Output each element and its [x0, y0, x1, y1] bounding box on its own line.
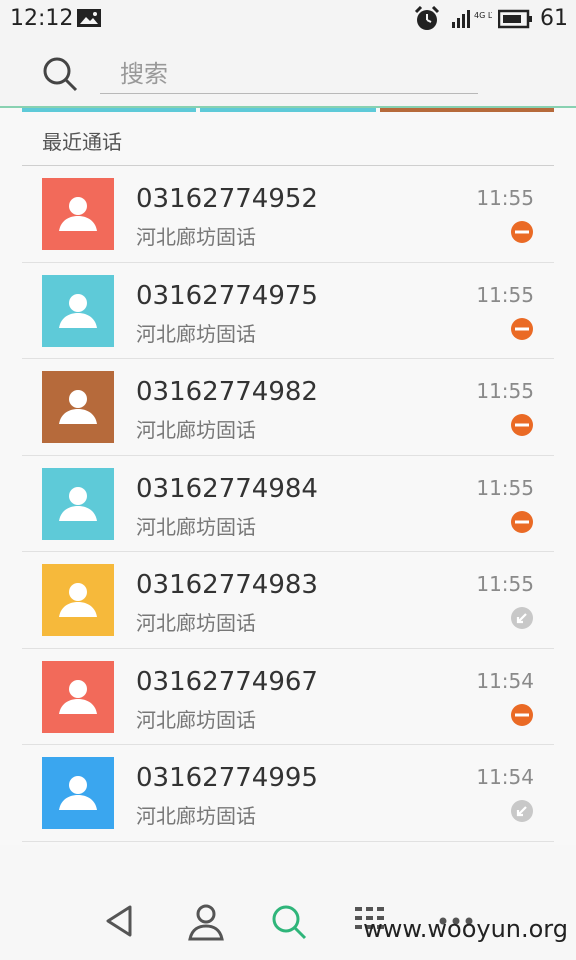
- section-title: 最近通话: [42, 130, 122, 154]
- missed-call-icon: [511, 510, 533, 533]
- network-type: 4G LTE: [474, 11, 492, 20]
- call-number: 03162774982: [136, 377, 318, 407]
- section-header: 最近通话: [22, 112, 554, 166]
- missed-call-icon: [511, 317, 533, 340]
- missed-call-icon: [511, 221, 533, 243]
- search-icon[interactable]: [40, 54, 80, 94]
- call-row[interactable]: 03162774952 河北廊坊固话 11:55: [22, 166, 554, 263]
- call-location: 河北廊坊固话: [136, 418, 256, 442]
- avatar[interactable]: [42, 757, 114, 829]
- call-time: 11:54: [476, 668, 534, 693]
- call-number: 03162774967: [136, 666, 318, 697]
- person-icon: [59, 679, 97, 714]
- image-notification-icon: [77, 9, 101, 27]
- call-location: 河北廊坊固话: [136, 611, 256, 635]
- search-bar: [0, 38, 576, 108]
- avatar[interactable]: [42, 660, 114, 733]
- search-icon[interactable]: [268, 901, 308, 941]
- search-input[interactable]: [100, 54, 478, 94]
- call-row[interactable]: 03162774995 河北廊坊固话 11:54: [22, 745, 554, 842]
- avatar[interactable]: [42, 274, 114, 347]
- person-icon: [59, 776, 97, 810]
- call-number: 03162774983: [136, 570, 318, 600]
- call-row[interactable]: 03162774975 河北廊坊固话 11:55: [22, 263, 554, 359]
- call-row[interactable]: 03162774967 河北廊坊固话 11:54: [22, 649, 554, 745]
- person-icon: [59, 197, 97, 231]
- back-icon[interactable]: [102, 901, 142, 941]
- status-bar: 12:12 4G LTE 61: [0, 0, 576, 38]
- call-location: 河北廊坊固话: [136, 225, 256, 249]
- avatar[interactable]: [42, 371, 114, 443]
- contacts-icon[interactable]: [186, 901, 226, 941]
- call-row[interactable]: 03162774982 河北廊坊固话 11:55: [22, 359, 554, 456]
- person-icon: [59, 486, 97, 521]
- call-location: 河北廊坊固话: [136, 514, 256, 539]
- call-time: 11:55: [476, 475, 534, 500]
- avatar[interactable]: [42, 178, 114, 250]
- alarm-icon: [414, 6, 440, 30]
- call-row[interactable]: 03162774983 河北廊坊固话 11:55: [22, 552, 554, 649]
- call-time: 11:55: [476, 186, 534, 210]
- person-icon: [59, 293, 97, 328]
- missed-call-icon: [511, 703, 533, 726]
- status-time: 12:12: [10, 6, 74, 31]
- avatar[interactable]: [42, 467, 114, 540]
- call-location: 河北廊坊固话: [136, 707, 256, 732]
- recent-calls-list: 03162774952 河北廊坊固话 11:55 03162774975 河北廊…: [22, 166, 554, 842]
- call-number: 03162774984: [136, 473, 318, 504]
- call-number: 03162774975: [136, 280, 318, 311]
- watermark: www.wooyun.org: [363, 915, 568, 943]
- call-time: 11:55: [476, 379, 534, 403]
- call-time: 11:55: [476, 572, 534, 596]
- call-time: 11:54: [476, 765, 534, 789]
- battery-level: 61: [540, 6, 568, 31]
- signal-icon: 4G LTE: [452, 10, 492, 28]
- incoming-call-icon: [511, 607, 533, 629]
- avatar[interactable]: [42, 564, 114, 636]
- call-number: 03162774952: [136, 184, 318, 214]
- call-location: 河北廊坊固话: [136, 321, 256, 346]
- person-icon: [59, 390, 97, 424]
- battery-icon: [498, 9, 532, 29]
- missed-call-icon: [511, 414, 533, 436]
- call-location: 河北廊坊固话: [136, 804, 256, 828]
- person-icon: [59, 583, 97, 617]
- call-time: 11:55: [476, 282, 534, 307]
- call-row[interactable]: 03162774984 河北廊坊固话 11:55: [22, 456, 554, 552]
- incoming-call-icon: [511, 800, 533, 822]
- call-number: 03162774995: [136, 763, 318, 793]
